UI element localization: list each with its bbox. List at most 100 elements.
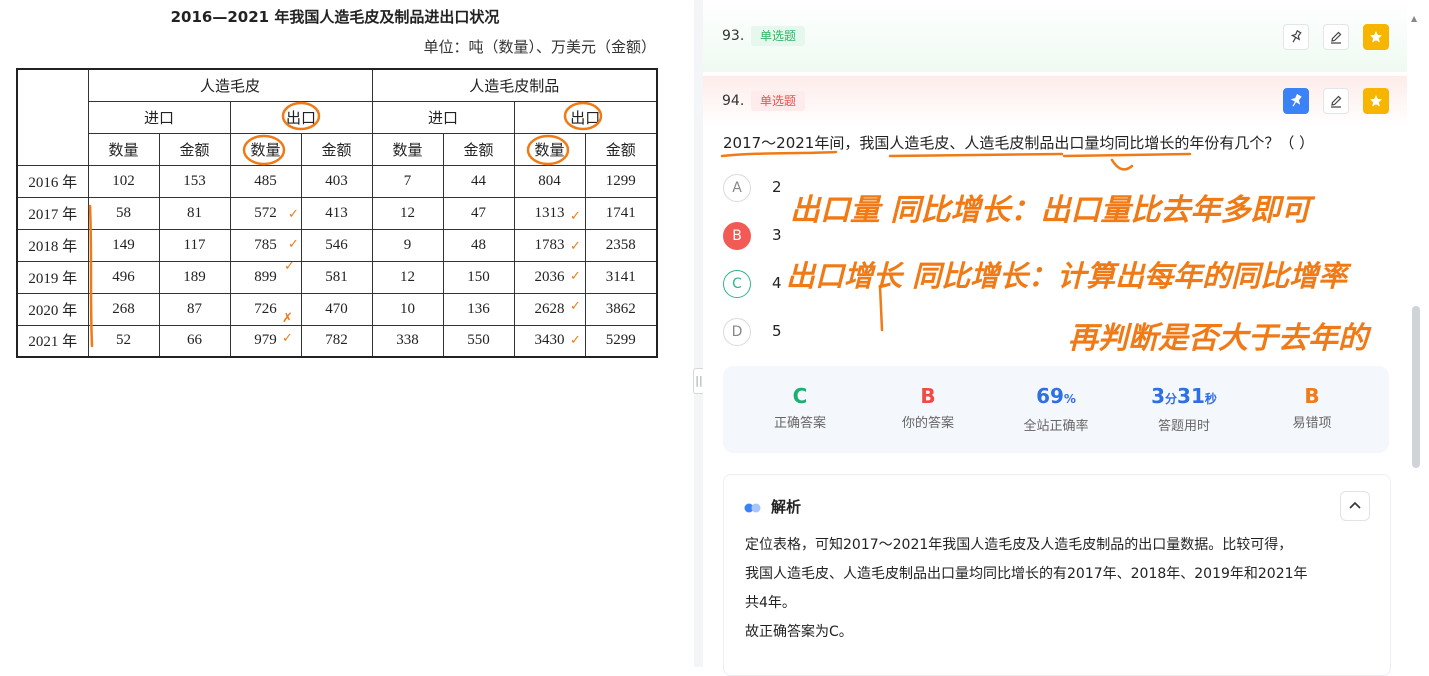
table-cell: 546 — [300, 228, 373, 262]
table-cell: 403 — [300, 164, 373, 198]
question-row-94[interactable]: 94. 单选题 — [703, 76, 1407, 126]
stat-label: 正确答案 — [773, 416, 826, 431]
direction-header: 进口 — [371, 100, 515, 134]
option-text: 3 — [772, 226, 782, 244]
option-letter: A — [723, 174, 751, 202]
question-row-93[interactable]: 93. 单选题 — [703, 0, 1407, 72]
edit-icon[interactable] — [1323, 24, 1349, 50]
group-header: 人造毛皮 — [87, 68, 373, 102]
table-cell: 782 — [300, 324, 373, 358]
analysis-text: 定位表格，可知2017～2021年我国人造毛皮及人造毛皮制品的出口量数据。比较可… — [745, 531, 1371, 647]
table-row: 2016 年 102 153 485 403 7 44 804 1299 — [16, 164, 658, 198]
table-cell: 899 — [229, 260, 302, 294]
column-header: 金额 — [442, 132, 515, 166]
option-text: 5 — [772, 322, 782, 340]
table-row: 2021 年 52 66 979 782 338 550 3430 5299 — [16, 324, 658, 358]
year-cell: 2018 年 — [16, 228, 89, 262]
table-title: 2016—2021 年我国人造毛皮及制品进出口状况 — [170, 8, 500, 26]
option-text: 4 — [772, 274, 782, 292]
question-number: 94. — [722, 93, 745, 109]
table-cell: 2358 — [584, 228, 658, 262]
option-letter: B — [723, 222, 751, 250]
table-cell: 7 — [371, 164, 444, 198]
table-cell: 48 — [442, 228, 515, 262]
year-cell: 2019 年 — [16, 260, 89, 294]
table-cell: 496 — [87, 260, 160, 294]
table-cell: 5299 — [584, 324, 658, 358]
table-cell: 117 — [158, 228, 231, 262]
analysis-line: 故正确答案为C。 — [745, 624, 853, 640]
pane-divider[interactable] — [694, 0, 703, 667]
analysis-line: 我国人造毛皮、人造毛皮制品出口量均同比增长的有2017年、2018年、2019年… — [745, 566, 1308, 582]
question-stem: 2017～2021年间，我国人造毛皮、人造毛皮制品出口量均同比增长的年份有几个？… — [723, 134, 1315, 152]
analysis-title: 解析 — [771, 498, 802, 516]
table-cell: 3430 — [513, 324, 586, 358]
table-cell: 413 — [300, 196, 373, 230]
table-cell: 189 — [158, 260, 231, 294]
analysis-line: 定位表格，可知2017～2021年我国人造毛皮及人造毛皮制品的出口量数据。比较可… — [745, 537, 1293, 553]
edit-icon[interactable] — [1323, 88, 1349, 114]
stat-label: 你的答案 — [901, 416, 954, 431]
table-cell: 9 — [371, 228, 444, 262]
year-cell: 2017 年 — [16, 196, 89, 230]
table-cell: 550 — [442, 324, 515, 358]
direction-header: 出口 — [229, 100, 373, 134]
table-row: 2017 年 58 81 572 413 12 47 1313 1741 — [16, 196, 658, 230]
analysis-card: 解析 定位表格，可知2017～2021年我国人造毛皮及人造毛皮制品的出口量数据。… — [723, 474, 1391, 676]
stat-value: C — [792, 384, 808, 408]
table-cell: 1299 — [584, 164, 658, 198]
table-cell: 804 — [513, 164, 586, 198]
table-cell: 979 — [229, 324, 302, 358]
column-header: 数量 — [229, 132, 302, 166]
table-row: 2019 年 496 189 899 581 12 150 2036 3141 — [16, 260, 658, 294]
table-cell: 1741 — [584, 196, 658, 230]
stat-value: B — [1304, 384, 1320, 408]
table-cell: 470 — [300, 292, 373, 326]
star-icon[interactable] — [1363, 88, 1389, 114]
table-cell: 58 — [87, 196, 160, 230]
question-type-tag: 单选题 — [751, 26, 806, 46]
table-cell: 1313 — [513, 196, 586, 230]
stat-value: B — [920, 384, 936, 408]
table-cell: 44 — [442, 164, 515, 198]
option-letter: C — [723, 270, 751, 298]
table-cell: 153 — [158, 164, 231, 198]
table-cell: 136 — [442, 292, 515, 326]
table-cell: 3862 — [584, 292, 658, 326]
table-cell: 3141 — [584, 260, 658, 294]
stat-time: 3分31秒 答题用时 — [1120, 384, 1248, 434]
collapse-chevron-up-icon[interactable] — [1340, 491, 1370, 521]
table-cell: 581 — [300, 260, 373, 294]
table-row: 2020 年 268 87 726 470 10 136 2628 3862 — [16, 292, 658, 326]
option-letter: D — [723, 318, 751, 346]
table-cell: 10 — [371, 292, 444, 326]
year-cell: 2016 年 — [16, 164, 89, 198]
stat-value: 3分31秒 — [1151, 384, 1217, 408]
table-cell: 338 — [371, 324, 444, 358]
year-cell: 2021 年 — [16, 324, 89, 358]
stat-label: 全站正确率 — [1023, 419, 1089, 434]
group-header: 人造毛皮制品 — [371, 68, 658, 102]
scroll-up-arrow-icon[interactable]: ▲ — [1411, 14, 1417, 23]
table-cell: 2036 — [513, 260, 586, 294]
import-export-table: 人造毛皮 人造毛皮制品 进口 出口 进口 出口 数量 金额 数量 金额 数量 金… — [16, 68, 659, 358]
table-body: 2016 年 102 153 485 403 7 44 804 1299 2017 年 58 81 57… — [16, 164, 658, 358]
table-cell: 81 — [158, 196, 231, 230]
pin-icon[interactable] — [1283, 88, 1309, 114]
document-pane: 2016—2021 年我国人造毛皮及制品进出口状况 单位：吨（数量）、万美元（金… — [0, 0, 690, 667]
stat-label: 易错项 — [1292, 416, 1332, 431]
column-header: 金额 — [584, 132, 658, 166]
table-row: 2018 年 149 117 785 546 9 48 1783 2358 — [16, 228, 658, 262]
table-cell: 66 — [158, 324, 231, 358]
table-cell: 150 — [442, 260, 515, 294]
table-cell: 485 — [229, 164, 302, 198]
star-icon[interactable] — [1363, 24, 1389, 50]
table-cell: 785 — [229, 228, 302, 262]
option-text: 2 — [772, 178, 782, 196]
stat-correct-answer: C 正确答案 — [736, 384, 864, 431]
scrollbar-thumb[interactable] — [1412, 306, 1420, 468]
pin-icon[interactable] — [1283, 24, 1309, 50]
column-header: 数量 — [87, 132, 160, 166]
table-cell: 726 — [229, 292, 302, 326]
table-cell: 572 — [229, 196, 302, 230]
